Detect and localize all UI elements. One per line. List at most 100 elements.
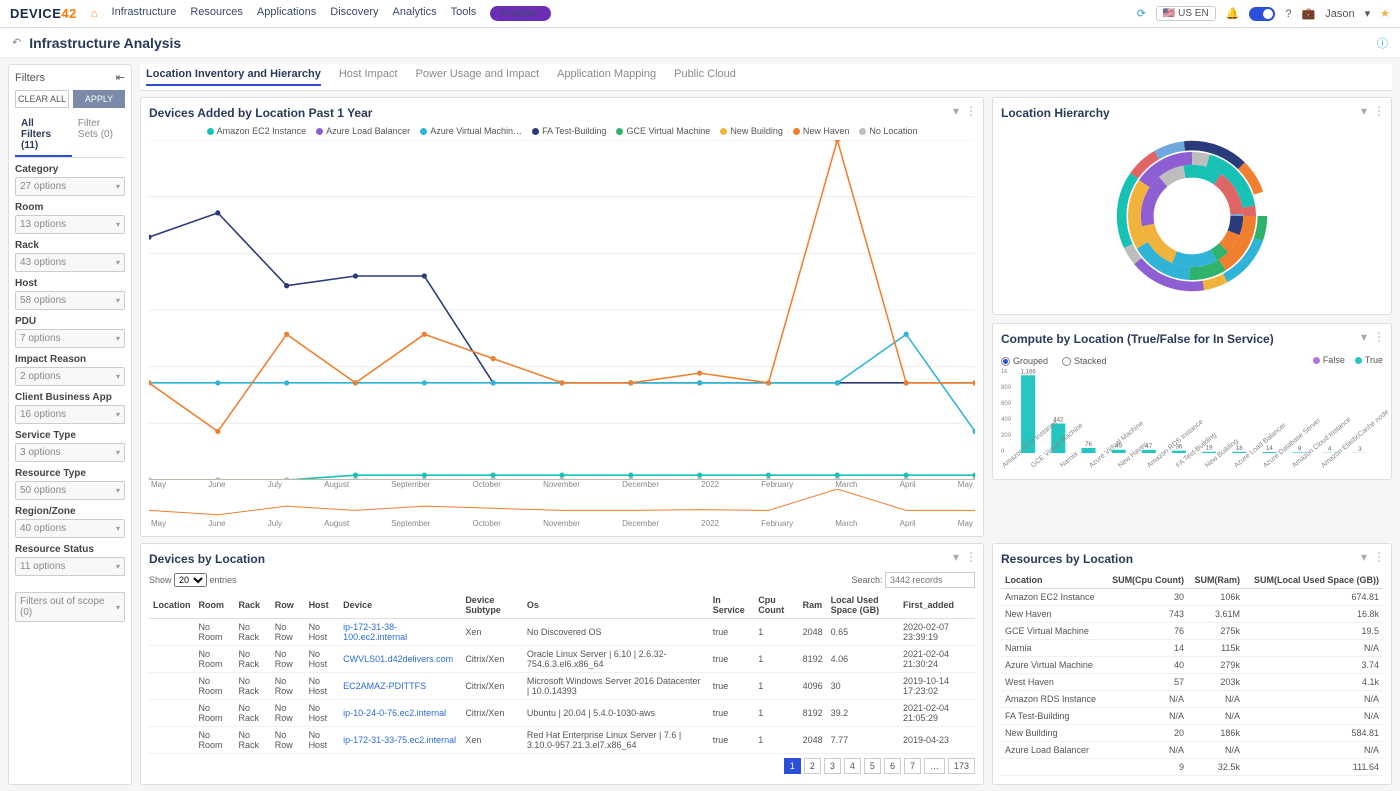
table-row[interactable]: Azure Load BalancerN/AN/AN/A [1001, 742, 1383, 759]
nav-infrastructure[interactable]: Infrastructure [112, 6, 177, 21]
clear-all-button[interactable]: CLEAR ALL [15, 90, 69, 108]
page-button[interactable]: 1 [784, 758, 801, 774]
column-header[interactable]: Location [1001, 572, 1104, 589]
page-button[interactable]: 3 [824, 758, 841, 774]
filter-select-resource-type[interactable]: 50 options▾ [15, 481, 125, 500]
filter-select-category[interactable]: 27 options▾ [15, 177, 125, 196]
radio-grouped[interactable]: Grouped [1001, 356, 1048, 366]
line-chart[interactable] [149, 140, 975, 480]
column-header[interactable]: Location [149, 592, 195, 619]
filter-icon[interactable]: ▾ [1361, 550, 1367, 564]
table-row[interactable]: New Building20186k584.81 [1001, 725, 1383, 742]
column-header[interactable]: Device [339, 592, 461, 619]
column-header[interactable]: Host [305, 592, 340, 619]
tab-application-mapping[interactable]: Application Mapping [557, 68, 656, 86]
table-row[interactable]: No RoomNo RackNo RowNo Hostip-172-31-33-… [149, 727, 975, 754]
filter-select-pdu[interactable]: 7 options▾ [15, 329, 125, 348]
user-menu[interactable]: Jason [1325, 8, 1354, 20]
kebab-icon[interactable]: ⋮ [1373, 330, 1385, 344]
column-header[interactable]: Rack [235, 592, 271, 619]
table-row[interactable]: Amazon RDS InstanceN/AN/AN/A [1001, 691, 1383, 708]
tab-all-filters[interactable]: All Filters (11) [15, 114, 72, 157]
column-header[interactable]: SUM(Ram) [1188, 572, 1244, 589]
column-header[interactable]: In Service [709, 592, 755, 619]
table-row[interactable]: Narnia14115kN/A [1001, 640, 1383, 657]
filter-select-client-business-app[interactable]: 16 options▾ [15, 405, 125, 424]
apply-button[interactable]: APPLY [73, 90, 125, 108]
filter-icon[interactable]: ▾ [953, 104, 959, 118]
filter-select-service-type[interactable]: 3 options▾ [15, 443, 125, 462]
filter-select-rack[interactable]: 43 options▾ [15, 253, 125, 272]
home-icon[interactable]: ⌂ [91, 8, 98, 20]
tab-power-usage[interactable]: Power Usage and Impact [416, 68, 540, 86]
filter-select-region-zone[interactable]: 40 options▾ [15, 519, 125, 538]
kebab-icon[interactable]: ⋮ [1373, 104, 1385, 118]
nav-applications[interactable]: Applications [257, 6, 316, 21]
column-header[interactable]: Os [523, 592, 709, 619]
nav-resources[interactable]: Resources [190, 6, 243, 21]
chevron-down-icon[interactable]: ▾ [1365, 7, 1371, 20]
table-search-input[interactable] [885, 572, 975, 588]
filter-select-impact-reason[interactable]: 2 options▾ [15, 367, 125, 386]
kebab-icon[interactable]: ⋮ [965, 104, 977, 118]
tab-location-inventory[interactable]: Location Inventory and Hierarchy [146, 68, 321, 86]
language-selector[interactable]: 🇺🇸 US EN [1156, 6, 1216, 21]
theme-toggle[interactable] [1249, 7, 1275, 21]
kebab-icon[interactable]: ⋮ [1373, 550, 1385, 564]
sunburst-chart[interactable] [1001, 126, 1383, 306]
column-header[interactable]: Cpu Count [754, 592, 798, 619]
filter-select-room[interactable]: 13 options▾ [15, 215, 125, 234]
column-header[interactable]: Device Subtype [461, 592, 523, 619]
page-button[interactable]: 5 [864, 758, 881, 774]
column-header[interactable]: Room [195, 592, 235, 619]
table-row[interactable]: GCE Virtual Machine76275k19.5 [1001, 623, 1383, 640]
nav-tools[interactable]: Tools [451, 6, 477, 21]
mini-range-chart[interactable] [149, 489, 975, 519]
filter-icon[interactable]: ▾ [953, 550, 959, 564]
bell-icon[interactable]: 🔔 [1226, 7, 1240, 20]
table-row[interactable]: No RoomNo RackNo RowNo HostCWVLS01.d42de… [149, 646, 975, 673]
column-header[interactable]: SUM(Cpu Count) [1104, 572, 1188, 589]
table-row[interactable]: Azure Virtual Machine40279k3.74 [1001, 657, 1383, 674]
table-row[interactable]: 932.5k111.64 [1001, 759, 1383, 776]
table-row[interactable]: No RoomNo RackNo RowNo HostEC2AMAZ-PDITT… [149, 673, 975, 700]
filter-select-host[interactable]: 58 options▾ [15, 291, 125, 310]
filter-select-resource-status[interactable]: 11 options▾ [15, 557, 125, 576]
filter-icon[interactable]: ▾ [1361, 104, 1367, 118]
column-header[interactable]: Local Used Space (GB) [827, 592, 899, 619]
filters-out-of-scope[interactable]: Filters out of scope (0)▾ [15, 592, 125, 622]
page-button[interactable]: 7 [904, 758, 921, 774]
nav-insights[interactable]: Insights+ [490, 6, 550, 21]
table-row[interactable]: New Haven7433.61M16.8k [1001, 606, 1383, 623]
page-button[interactable]: 4 [844, 758, 861, 774]
table-row[interactable]: No RoomNo RackNo RowNo Hostip-172-31-38-… [149, 619, 975, 646]
info-icon[interactable]: ⓘ [1377, 35, 1388, 51]
kebab-icon[interactable]: ⋮ [965, 550, 977, 564]
page-button[interactable]: 6 [884, 758, 901, 774]
radio-stacked[interactable]: Stacked [1062, 356, 1107, 366]
tab-filter-sets[interactable]: Filter Sets (0) [72, 114, 125, 157]
tab-public-cloud[interactable]: Public Cloud [674, 68, 736, 86]
help-icon[interactable]: ? [1285, 8, 1291, 20]
briefcase-icon[interactable]: 💼 [1302, 7, 1316, 20]
nav-discovery[interactable]: Discovery [330, 6, 378, 21]
table-row[interactable]: Amazon EC2 Instance30106k674.81 [1001, 589, 1383, 606]
filter-icon[interactable]: ▾ [1361, 330, 1367, 344]
page-size-select[interactable]: 20 [174, 573, 207, 587]
table-row[interactable]: FA Test-BuildingN/AN/AN/A [1001, 708, 1383, 725]
nav-analytics[interactable]: Analytics [393, 6, 437, 21]
page-button[interactable]: … [924, 758, 945, 774]
tab-host-impact[interactable]: Host Impact [339, 68, 398, 86]
refresh-icon[interactable]: ⟳ [1137, 7, 1146, 20]
column-header[interactable]: First_added [899, 592, 975, 619]
column-header[interactable]: Row [271, 592, 305, 619]
filters-collapse-icon[interactable]: ⇤ [116, 71, 125, 84]
column-header[interactable]: Ram [799, 592, 827, 619]
table-row[interactable]: West Haven57203k4.1k [1001, 674, 1383, 691]
column-header[interactable]: SUM(Local Used Space (GB)) [1244, 572, 1383, 589]
page-button[interactable]: 2 [804, 758, 821, 774]
page-button[interactable]: 173 [948, 758, 975, 774]
star-icon[interactable]: ★ [1380, 7, 1390, 20]
back-icon[interactable]: ↶ [12, 36, 21, 49]
filter-label: PDU [15, 316, 125, 327]
